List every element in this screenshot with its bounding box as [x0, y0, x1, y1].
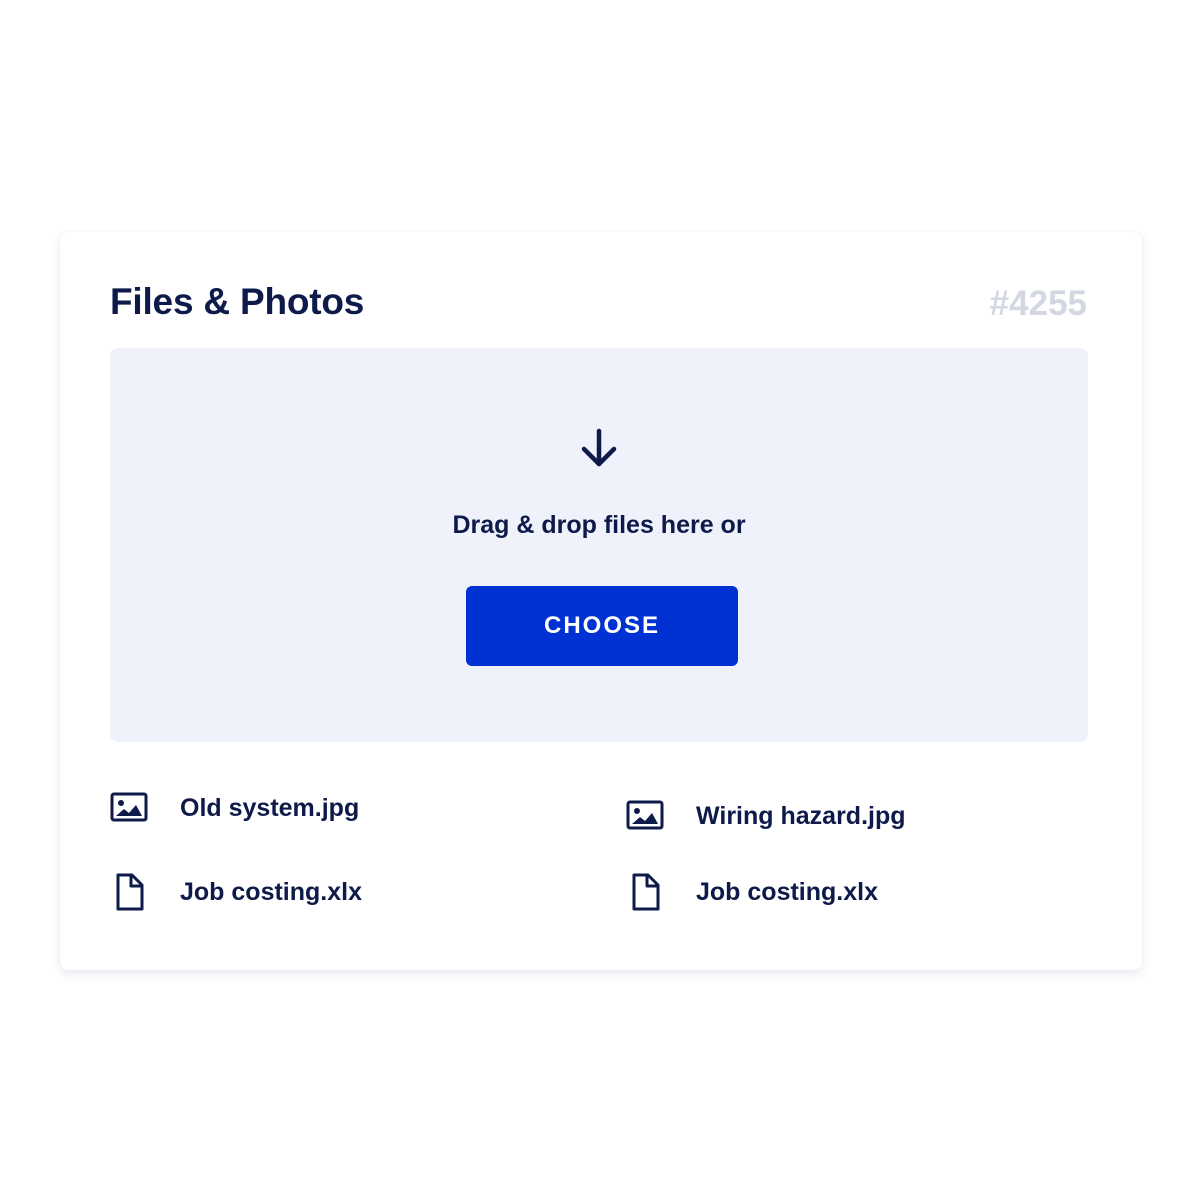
choose-button[interactable]: CHOOSE: [466, 586, 738, 666]
files-photos-card: Files & Photos #4255 Drag & drop files h…: [60, 232, 1142, 970]
file-name: Old system.jpg: [180, 793, 360, 822]
file-name: Job costing.xlx: [696, 877, 878, 906]
image-icon: [110, 788, 150, 828]
file-dropzone[interactable]: Drag & drop files here or CHOOSE: [110, 348, 1088, 742]
job-number: #4255: [989, 284, 1087, 323]
file-item[interactable]: Job costing.xlx: [626, 872, 878, 912]
arrow-down-icon: [579, 428, 619, 470]
file-item[interactable]: Old system.jpg: [110, 788, 359, 828]
file-name: Wiring hazard.jpg: [696, 801, 906, 830]
file-item[interactable]: Wiring hazard.jpg: [626, 796, 906, 836]
card-title: Files & Photos: [110, 281, 365, 322]
image-icon: [626, 796, 666, 836]
file-item[interactable]: Job costing.xlx: [110, 872, 362, 912]
document-icon: [110, 872, 150, 912]
file-name: Job costing.xlx: [180, 877, 362, 906]
document-icon: [626, 872, 666, 912]
dropzone-instructions: Drag & drop files here or: [452, 511, 746, 539]
